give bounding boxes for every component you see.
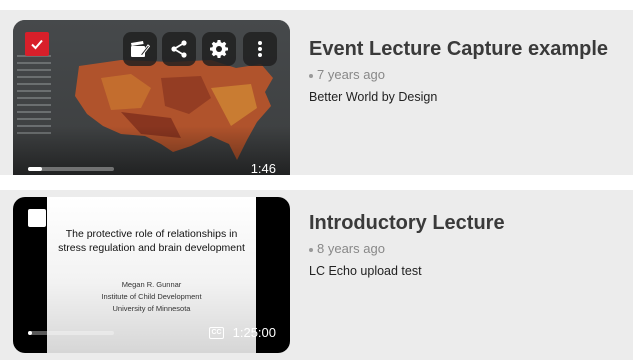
- bullet-icon: [309, 73, 313, 78]
- check-icon: [31, 39, 43, 50]
- select-checkbox[interactable]: [25, 32, 49, 56]
- video-description: LC Echo upload test: [309, 264, 422, 278]
- video-info: Introductory Lecture 8 years ago LC Echo…: [309, 212, 505, 278]
- slide-university: University of Minnesota: [112, 304, 191, 313]
- lecture-slide-image: The protective role of relationships in …: [47, 197, 256, 353]
- share-button[interactable]: [162, 32, 196, 66]
- gear-icon: [210, 40, 228, 58]
- slide-title: The protective role of relationships in …: [58, 228, 245, 254]
- video-title[interactable]: Introductory Lecture: [309, 212, 505, 235]
- progress-bar: [28, 331, 114, 335]
- top-strip: [0, 0, 633, 10]
- slide-author-block: Megan R. Gunnar Institute of Child Devel…: [55, 279, 248, 315]
- more-vertical-icon: [258, 41, 262, 57]
- video-age: 8 years ago: [309, 241, 505, 256]
- settings-button[interactable]: [202, 32, 236, 66]
- progress-fill: [28, 331, 32, 335]
- progress-fill: [28, 167, 42, 171]
- video-title[interactable]: Event Lecture Capture example: [309, 38, 608, 61]
- video-age-text: 8 years ago: [317, 241, 385, 256]
- editor-button[interactable]: [123, 32, 157, 66]
- more-options-button[interactable]: [243, 32, 277, 66]
- select-checkbox[interactable]: [28, 209, 46, 227]
- duration-label: 1:25:00: [232, 325, 276, 340]
- share-icon: [171, 40, 187, 58]
- row-divider: [0, 175, 633, 190]
- duration-label: 1:46: [250, 161, 276, 176]
- slide-affiliation: Institute of Child Development: [101, 292, 202, 301]
- slide-author: Megan R. Gunnar: [121, 280, 182, 289]
- video-thumbnail[interactable]: 1:46: [13, 20, 290, 186]
- editor-icon: [131, 41, 150, 57]
- video-description: Better World by Design: [309, 90, 438, 104]
- video-info: Event Lecture Capture example 7 years ag…: [309, 38, 608, 104]
- video-age-text: 7 years ago: [317, 67, 385, 82]
- video-thumbnail[interactable]: The protective role of relationships in …: [13, 197, 290, 353]
- video-row[interactable]: 1:46 Event Lecture Capture example 7 yea…: [0, 10, 633, 186]
- closed-captions-icon: CC: [209, 327, 224, 339]
- video-age: 7 years ago: [309, 67, 608, 82]
- bullet-icon: [309, 247, 313, 252]
- progress-bar: [28, 167, 114, 171]
- video-row[interactable]: The protective role of relationships in …: [0, 190, 633, 360]
